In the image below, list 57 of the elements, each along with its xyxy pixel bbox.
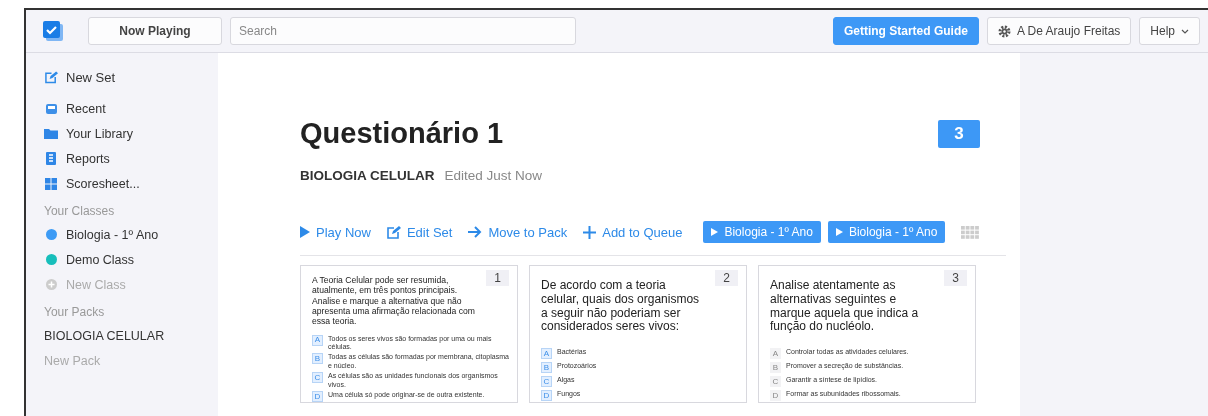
question-card[interactable] [300,265,518,403]
answer-letter: B [770,362,781,374]
set-title: Questionário 1 [300,117,504,150]
answer-letter: D [312,390,323,402]
chevron-down-icon [1181,28,1189,34]
checkbox-logo-icon[interactable] [42,20,64,42]
answer-letter: C [541,376,552,388]
pack-item[interactable]: BIOLOGIA CELULAR [44,323,218,348]
question-number: 2 [715,270,738,286]
grid-icon [45,177,57,190]
answer-letter: C [312,372,323,384]
play-icon [835,228,843,236]
answer-letter: A [541,348,552,360]
section-heading: Your Classes [44,202,116,220]
section-heading: Your Packs [44,303,106,321]
answer-letter: D [541,390,552,402]
pack-name: BIOLOGIA CELULAR [300,168,435,183]
action-link[interactable]: Move to Pack [468,224,568,240]
user-menu-button[interactable]: A De Araujo Freitas [986,17,1132,45]
sidebar-item[interactable]: Recent [66,101,106,116]
answer-letter: B [312,353,323,365]
help-button[interactable]: Help [1139,17,1200,45]
search-field[interactable]: Search [230,17,576,45]
answer-letter: A [312,334,323,346]
arrow-icon [468,226,483,238]
question-count-badge: 3 [938,119,980,148]
question-number: 3 [944,270,967,286]
plus-icon [583,225,597,239]
answer-letter: D [770,390,781,402]
action-link[interactable]: Add to Queue [583,224,683,240]
question-text: Analise atentamente as alternativas seguintes e marque aquela que indica a função do nucléolo. [770,279,920,335]
question-text: A Teoria Celular pode ser resumida, atualmente, em três pontos principais. Analise e marque a alternativa que não apresenta uma afirmação relacionada com essa teoria. [312,275,476,327]
question-number: 1 [486,270,509,286]
gear-icon [997,24,1011,38]
folder-icon [44,128,58,139]
action-link[interactable]: Edit Set [386,224,453,240]
document-icon [46,152,56,165]
answer-letter: A [770,348,781,360]
edit-icon [386,225,401,239]
edited-status: Edited Just Now [444,168,543,183]
question-text: De acordo com a teoria celular, quais dos organismos a seguir não poderiam ser considerados seres vivos: [541,279,701,335]
now-playing-button[interactable]: Now Playing [88,17,222,45]
sidebar-item[interactable]: Your Library [66,126,133,141]
action-link[interactable]: Play Now [300,224,371,240]
new-set-link[interactable]: New Set [66,70,116,85]
sidebar-item[interactable]: Reports [66,151,110,166]
answer-letter: C [770,376,781,388]
question-card[interactable] [758,265,976,403]
answer-letter: B [541,362,552,374]
edit-icon [44,71,58,84]
class-item[interactable]: Biologia - 1º Ano [66,227,159,242]
plus-circle-icon [45,279,57,290]
tray-icon [44,102,58,115]
play-icon [300,226,310,238]
play-icon [711,228,719,236]
class-item[interactable]: Demo Class [66,252,135,267]
sidebar-item[interactable]: Scoresheet... [66,176,140,191]
